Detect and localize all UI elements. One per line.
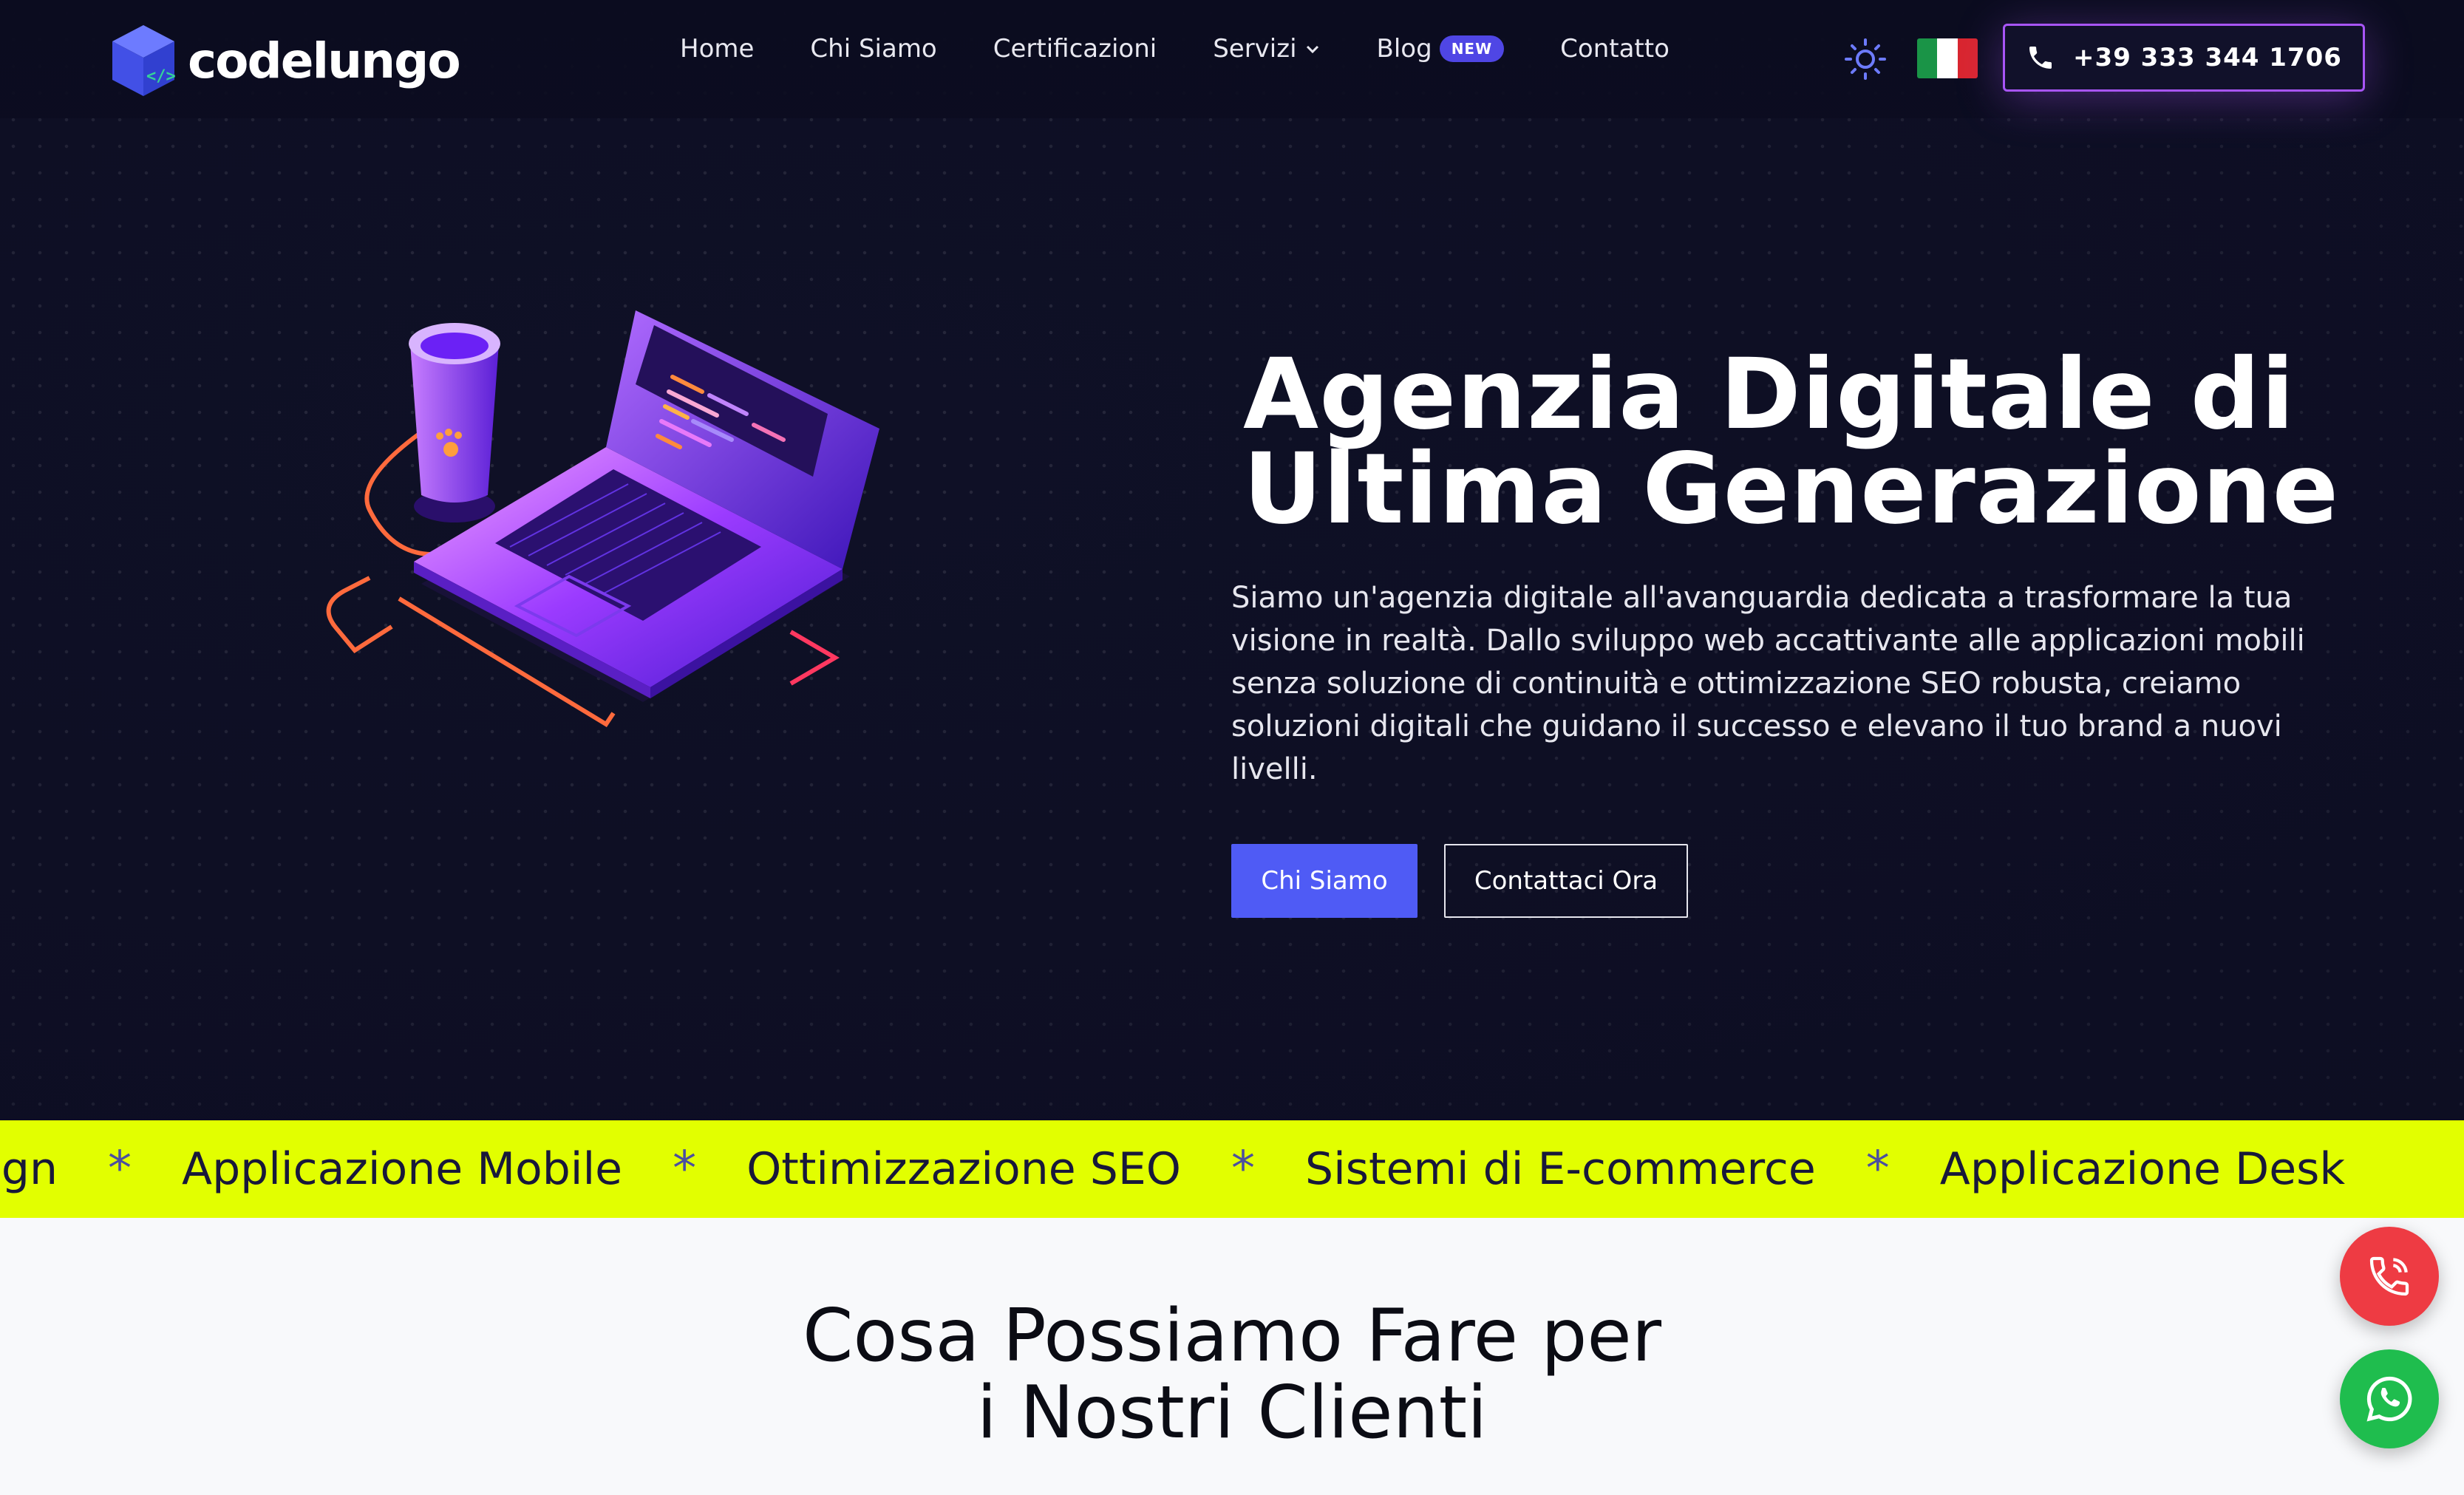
nav-home[interactable]: Home bbox=[680, 34, 754, 64]
marquee-item: sign bbox=[0, 1143, 58, 1195]
marquee-separator: * bbox=[673, 1142, 697, 1196]
hero-title: Agenzia Digitale di Ultima Generazione bbox=[1243, 346, 2352, 538]
hero-description: Siamo un'agenzia digitale all'avanguardi… bbox=[1231, 581, 2305, 786]
chevron-down-icon bbox=[1306, 45, 1318, 54]
services-title: Cosa Possiamo Fare per i Nostri Clienti bbox=[803, 1294, 1661, 1455]
nav-certificazioni-label: Certificazioni bbox=[993, 34, 1157, 64]
new-badge: NEW bbox=[1439, 35, 1505, 62]
marquee-separator: * bbox=[108, 1142, 132, 1196]
phone-icon bbox=[2029, 47, 2052, 69]
whatsapp-fab-button[interactable] bbox=[2340, 1349, 2439, 1448]
marquee-item: Sistemi di E-commerce bbox=[1305, 1143, 1816, 1195]
marquee-track: sign * Applicazione Mobile * Ottimizzazi… bbox=[0, 1120, 2360, 1218]
nav-servizi-label: Servizi bbox=[1213, 34, 1297, 64]
marquee-item: Ottimizzazione SEO bbox=[746, 1143, 1181, 1195]
marquee-separator: * bbox=[1865, 1142, 1890, 1196]
whatsapp-icon bbox=[2366, 1376, 2412, 1422]
logo-cube-icon: </> bbox=[112, 25, 176, 96]
nav-blog[interactable]: Blog NEW bbox=[1377, 34, 1505, 64]
brand-name: codelungo bbox=[188, 32, 461, 89]
main-menu: Home Chi Siamo Certificazioni Servizi Bl… bbox=[680, 34, 1670, 64]
marquee-item: Applicazione Desk bbox=[1939, 1143, 2346, 1195]
nav-chi-siamo-label: Chi Siamo bbox=[810, 34, 937, 64]
sun-moon-icon[interactable] bbox=[1843, 37, 1888, 81]
marquee-item: Applicazione Mobile bbox=[182, 1143, 623, 1195]
nav-certificazioni[interactable]: Certificazioni bbox=[993, 34, 1157, 64]
brand-logo[interactable]: </> codelungo bbox=[109, 22, 461, 99]
nav-contatto-label: Contatto bbox=[1560, 34, 1670, 64]
hero-title-line2: Ultima Generazione bbox=[1243, 432, 2340, 546]
nav-home-label: Home bbox=[680, 34, 755, 64]
services-marquee: sign * Applicazione Mobile * Ottimizzazi… bbox=[0, 1120, 2464, 1218]
navbar: </> codelungo Home Chi Siamo Certificazi… bbox=[0, 0, 2464, 118]
marquee-separator: * bbox=[1231, 1142, 1255, 1196]
nav-chi-siamo[interactable]: Chi Siamo bbox=[810, 34, 936, 64]
svg-text:</>: </> bbox=[146, 67, 176, 86]
call-fab-button[interactable] bbox=[2340, 1227, 2439, 1326]
contattaci-ora-button[interactable]: Contattaci Ora bbox=[1444, 844, 1688, 918]
services-section: Cosa Possiamo Fare per i Nostri Clienti bbox=[0, 1218, 2464, 1495]
phone-ring-icon bbox=[2369, 1256, 2409, 1296]
phone-number: +39 333 344 1706 bbox=[2073, 43, 2342, 72]
chi-siamo-button[interactable]: Chi Siamo bbox=[1231, 844, 1418, 918]
flag-italy-icon[interactable] bbox=[1917, 38, 1978, 78]
nav-contatto[interactable]: Contatto bbox=[1560, 34, 1670, 64]
nav-servizi[interactable]: Servizi bbox=[1213, 34, 1320, 64]
nav-blog-label: Blog bbox=[1376, 34, 1432, 64]
laptop-illustration bbox=[326, 310, 879, 728]
phone-call-button[interactable]: +39 333 344 1706 bbox=[2003, 24, 2365, 92]
